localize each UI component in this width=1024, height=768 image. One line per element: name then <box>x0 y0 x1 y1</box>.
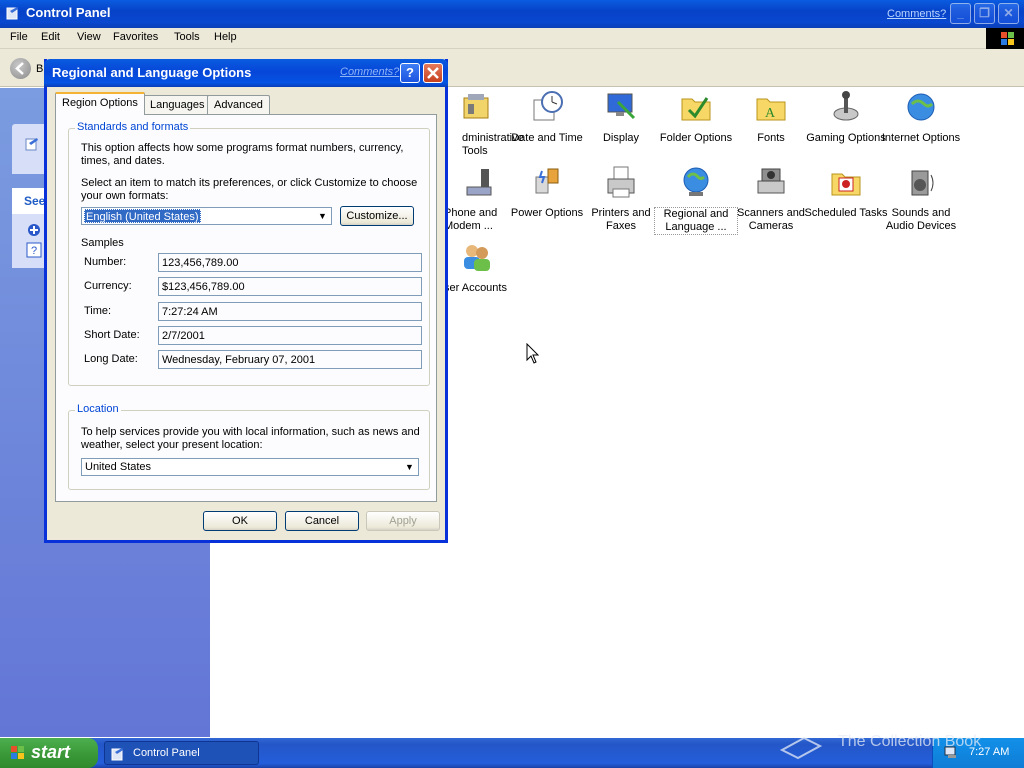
maximize-button[interactable]: ❐ <box>974 3 995 24</box>
sample-long-date-value: Wednesday, February 07, 2001 <box>158 350 422 369</box>
chevron-down-icon[interactable]: ▼ <box>402 460 417 474</box>
tab-region-options[interactable]: Region Options <box>55 92 145 115</box>
start-button[interactable]: start <box>0 738 98 768</box>
folder-options-icon <box>681 97 711 121</box>
date-time-icon <box>533 91 563 121</box>
window-title: Control Panel <box>26 5 111 20</box>
taskbar-item-control-panel[interactable]: Control Panel <box>104 741 259 765</box>
menu-tools[interactable]: Tools <box>174 31 200 43</box>
window-title-bar: Control Panel Comments? _ ❐ ✕ <box>0 0 1024 28</box>
scheduled-tasks-icon <box>831 173 861 196</box>
back-label[interactable]: B <box>36 63 43 75</box>
printers-faxes-icon <box>607 166 635 198</box>
select-item-text: Select an item to match its preferences,… <box>81 177 418 202</box>
control-panel-icon[interactable] <box>24 136 40 152</box>
menu-edit[interactable]: Edit <box>41 31 60 43</box>
cp-fonts[interactable]: A Fonts <box>729 90 813 145</box>
standards-description: This option affects how some programs fo… <box>81 142 404 167</box>
tab-advanced[interactable]: Advanced <box>207 95 270 114</box>
cp-power-options[interactable]: Power Options <box>505 165 589 220</box>
dialog-comments-link[interactable]: Comments? <box>340 66 399 78</box>
control-panel-icon <box>6 7 18 20</box>
chevron-down-icon[interactable]: ▼ <box>315 209 330 223</box>
windows-logo-icon <box>986 28 1024 49</box>
user-accounts-icon <box>464 245 490 271</box>
start-label: start <box>31 742 71 762</box>
cp-scanners-and-cameras[interactable]: Scanners and Cameras <box>729 165 813 233</box>
region-options-panel: Standards and formats This option affect… <box>55 114 437 502</box>
windows-update-icon[interactable] <box>26 222 42 238</box>
cp-folder-options[interactable]: Folder Options <box>654 90 738 145</box>
tab-languages[interactable]: Languages <box>143 95 212 114</box>
mouse-cursor-icon <box>526 343 540 364</box>
administrative-tools-icon <box>463 94 489 119</box>
windows-flag-icon <box>11 746 24 759</box>
menu-help[interactable]: Help <box>214 31 237 43</box>
help-icon[interactable]: ? <box>26 242 42 258</box>
sample-long-date-label: Long Date: <box>84 353 138 365</box>
locale-select-value: English (United States) <box>84 209 201 223</box>
back-button[interactable] <box>10 58 31 79</box>
dialog-title: Regional and Language Options <box>52 65 252 80</box>
locale-select[interactable]: English (United States) ▼ <box>81 207 332 225</box>
cp-gaming-options[interactable]: Gaming Options <box>804 90 888 145</box>
location-select[interactable]: United States ▼ <box>81 458 419 476</box>
fonts-icon: A <box>756 98 786 121</box>
sample-currency-label: Currency: <box>84 280 132 292</box>
sample-number-label: Number: <box>84 256 127 268</box>
location-description: To help services provide you with local … <box>81 426 420 451</box>
location-group: Location To help services provide you wi… <box>68 403 430 490</box>
sample-currency-value: $123,456,789.00 <box>158 277 422 296</box>
sample-time-label: Time: <box>84 305 112 317</box>
sample-short-date-value: 2/7/2001 <box>158 326 422 345</box>
customize-button[interactable]: Customize... <box>340 206 414 226</box>
regional-language-dialog: Regional and Language Options Comments? … <box>44 59 448 543</box>
cp-scheduled-tasks[interactable]: Scheduled Tasks <box>804 165 888 220</box>
control-panel-icon <box>111 748 123 761</box>
menu-file[interactable]: File <box>10 31 28 43</box>
standards-formats-legend: Standards and formats <box>75 121 191 133</box>
display-icon <box>607 93 636 120</box>
cp-date-and-time[interactable]: Date and Time <box>505 90 589 145</box>
cp-internet-options[interactable]: Internet Options <box>879 90 963 145</box>
cp-printers-and-faxes[interactable]: Printers and Faxes <box>579 165 663 233</box>
internet-options-icon <box>907 93 935 121</box>
book-icon <box>779 736 823 760</box>
gaming-options-icon <box>833 91 859 121</box>
close-button[interactable]: ✕ <box>998 3 1019 24</box>
location-select-value: United States <box>85 461 152 473</box>
scanners-cameras-icon <box>757 168 785 194</box>
taskbar-item-label: Control Panel <box>133 747 200 759</box>
comments-link[interactable]: Comments? <box>887 8 946 20</box>
dialog-help-button[interactable]: ? <box>400 63 420 83</box>
ok-button[interactable]: OK <box>203 511 277 531</box>
location-legend: Location <box>75 403 121 415</box>
menu-favorites[interactable]: Favorites <box>113 31 158 43</box>
cp-display[interactable]: Display <box>579 90 663 145</box>
arrow-left-icon <box>15 62 24 75</box>
cancel-button[interactable]: Cancel <box>285 511 359 531</box>
minimize-button[interactable]: _ <box>950 3 971 24</box>
regional-language-icon <box>683 167 709 196</box>
power-options-icon <box>535 168 559 194</box>
dialog-close-button[interactable] <box>423 63 443 83</box>
menu-bar: File Edit View Favorites Tools Help <box>0 28 1024 49</box>
svg-text:A: A <box>765 106 776 121</box>
sample-time-value: 7:27:24 AM <box>158 302 422 321</box>
apply-button[interactable]: Apply <box>366 511 440 531</box>
dialog-title-bar: Regional and Language Options Comments? … <box>44 59 448 87</box>
sample-short-date-label: Short Date: <box>84 329 140 341</box>
watermark: The Collection Book <box>838 733 982 750</box>
cp-sounds-and-audio[interactable]: Sounds and Audio Devices <box>879 165 963 233</box>
svg-text:?: ? <box>31 245 37 257</box>
sounds-audio-icon <box>911 170 934 196</box>
samples-label: Samples <box>81 237 124 249</box>
cp-regional-and-language[interactable]: Regional and Language ... <box>654 165 738 235</box>
menu-view[interactable]: View <box>77 31 101 43</box>
phone-modem-icon <box>466 169 492 196</box>
close-icon <box>427 67 439 79</box>
sample-number-value: 123,456,789.00 <box>158 253 422 272</box>
